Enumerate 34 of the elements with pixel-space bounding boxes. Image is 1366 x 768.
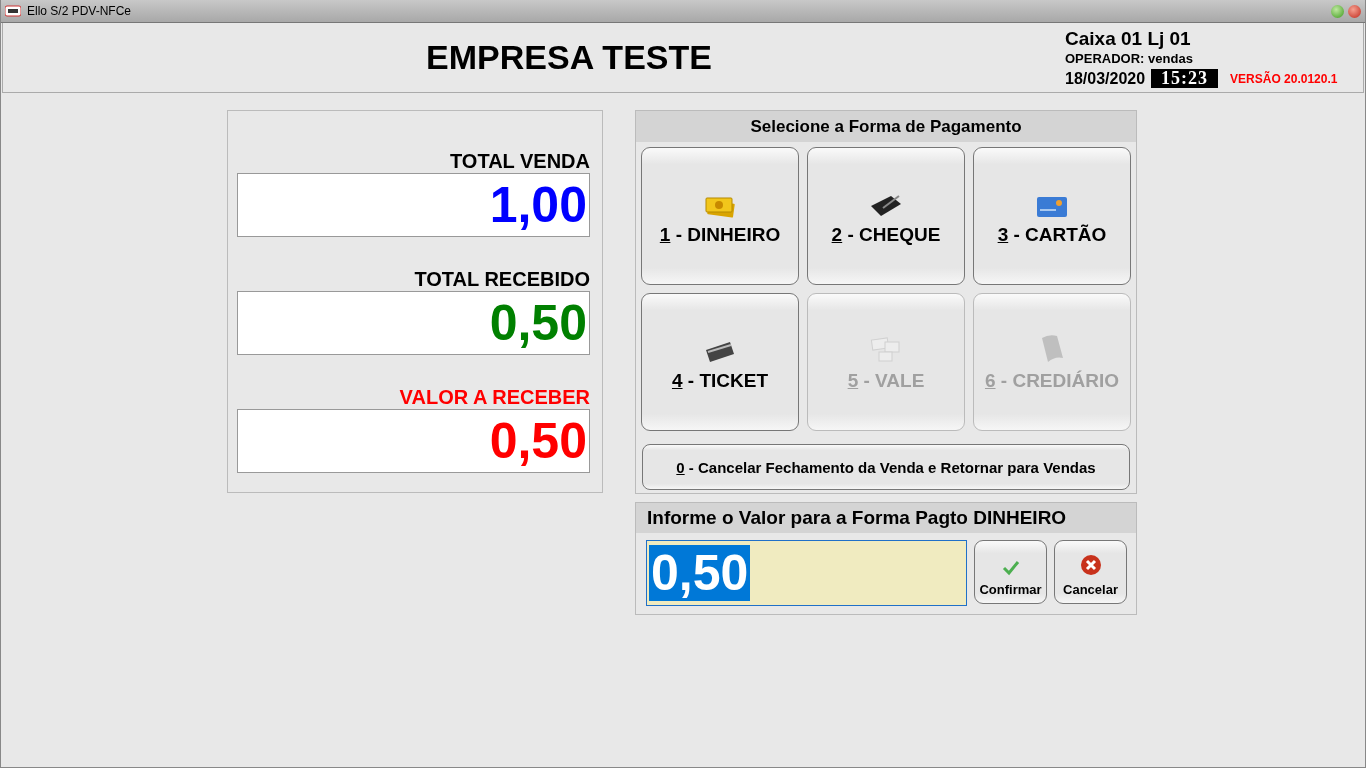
total-label: TOTAL RECEBIDO [413,267,590,291]
payment-method-button[interactable]: 4 - TICKET [641,293,799,431]
clock-display: 15:23 [1151,69,1219,88]
app-logo-icon [5,4,21,18]
vouchers-icon [870,336,902,364]
operator-label: OPERADOR: vendas [1065,51,1194,66]
cancel-button[interactable]: Cancelar [1054,540,1127,604]
booklet-icon [1039,334,1065,364]
payment-method-button[interactable]: 2 - CHEQUE [807,147,965,285]
version-label: VERSÃO 20.0120.1 [1230,71,1338,86]
payment-method-button[interactable]: 3 - CARTÃO [973,147,1131,285]
window-title: Ello S/2 PDV-NFCe [27,4,133,18]
banknotes-icon [705,196,735,218]
maximize-button[interactable] [1331,4,1344,18]
ticket-card-icon [705,340,735,364]
total-label: TOTAL VENDA [449,149,590,173]
total-label: VALOR A RECEBER [398,385,590,409]
amount-input-field[interactable]: 0,50 [646,540,967,606]
confirm-button[interactable]: Confirmar [974,540,1047,604]
close-icon [1079,554,1102,576]
total-value: 0,50 [237,409,590,473]
close-button[interactable] [1348,4,1361,18]
credit-card-icon [1036,196,1068,218]
total-value: 1,00 [237,173,590,237]
payment-method-button[interactable]: 1 - DINHEIRO [641,147,799,285]
cancel-closing-button[interactable]: 0 - Cancelar Fechamento da Venda e Retornar para Vendas [642,444,1130,490]
date-label: 18/03/2020 [1065,69,1146,88]
total-value: 0,50 [237,291,590,355]
checkmark-icon [1001,560,1020,576]
panel-header: Informe o Valor para a Forma Pagto DINHEIRO [636,503,1136,533]
panel-header: Selecione a Forma de Pagamento [636,111,1136,142]
company-name: EMPRESA TESTE [426,38,712,77]
checkbook-icon [869,192,903,218]
register-label: Caixa 01 Lj 01 [1065,28,1192,50]
